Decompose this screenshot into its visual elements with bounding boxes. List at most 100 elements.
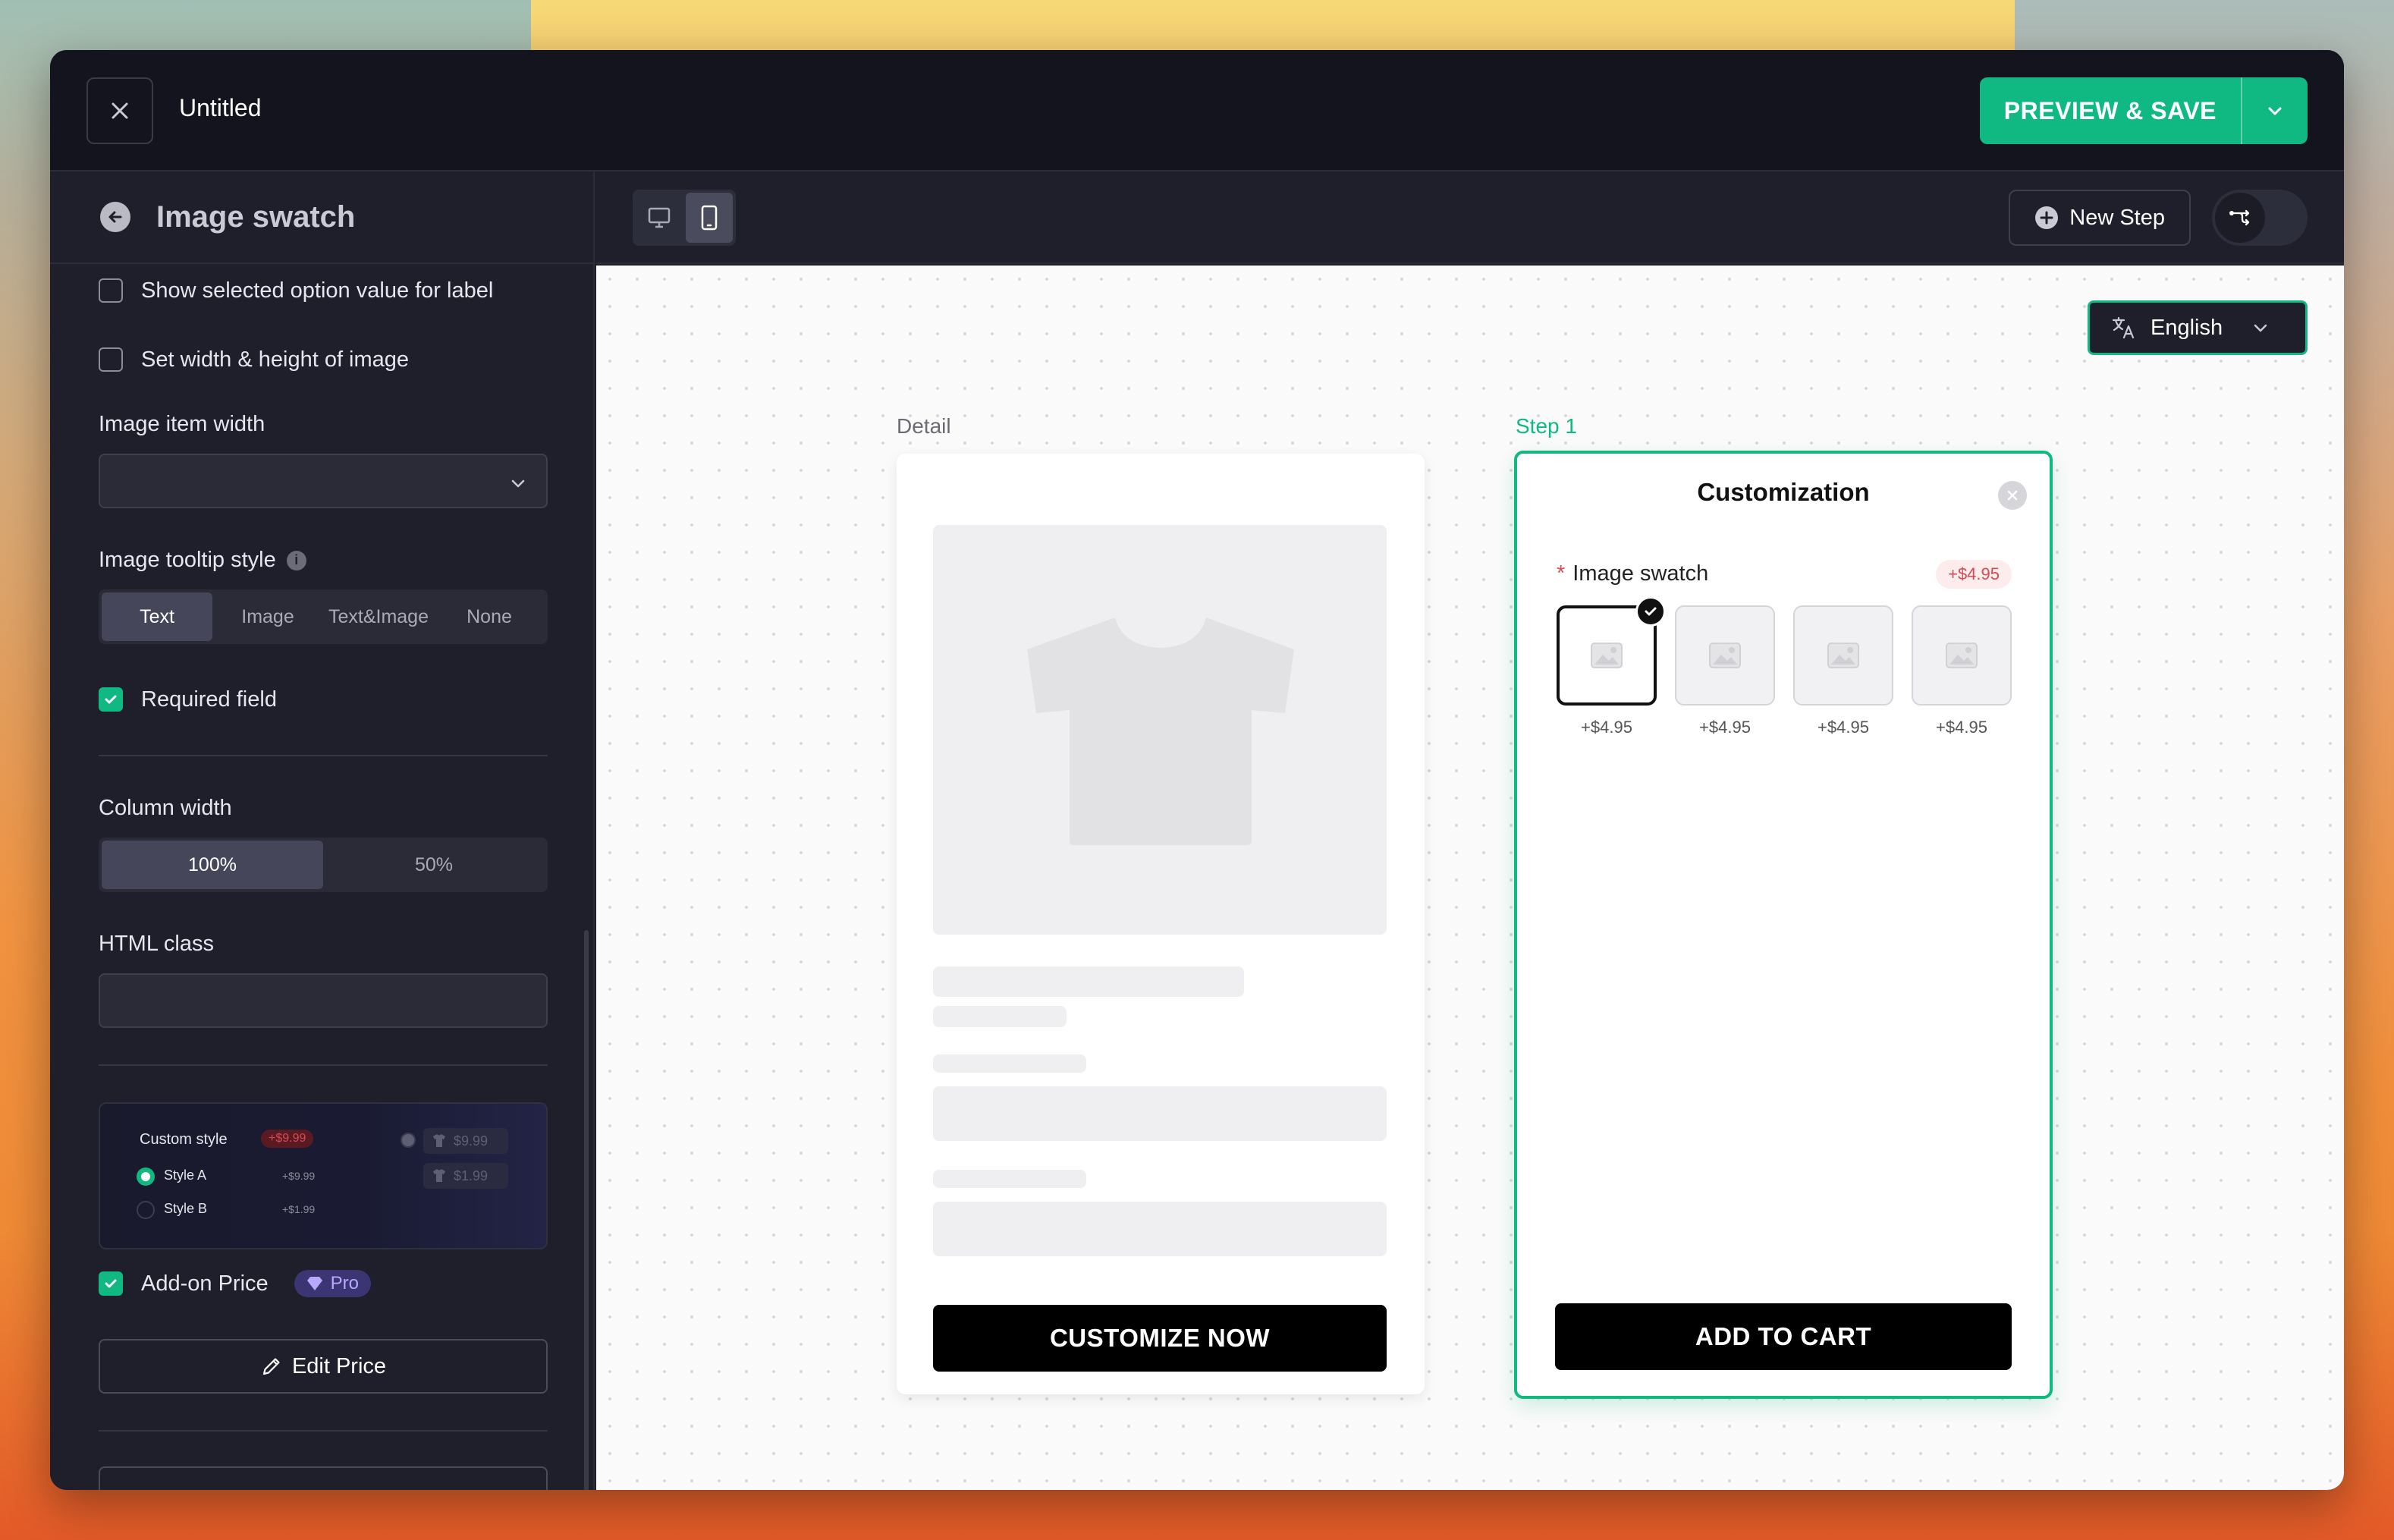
tooltip-style-segmented-control: Text Image Text&Image None	[99, 589, 548, 644]
chevron-down-icon	[2268, 107, 2282, 115]
mobile-icon	[701, 205, 718, 231]
image-placeholder-icon	[1591, 643, 1623, 668]
edit-price-label: Edit Price	[291, 1353, 387, 1378]
preview-save-button[interactable]: PREVIEW & SAVE	[1980, 77, 2241, 144]
title-placeholder	[933, 966, 1244, 997]
checkmark-icon	[105, 1279, 117, 1288]
tooltip-option-image[interactable]: Image	[212, 592, 323, 641]
image-placeholder-icon	[1709, 643, 1741, 668]
detail-column-label: Detail	[897, 414, 951, 438]
promo-style-b-price: +$1.99	[282, 1203, 316, 1215]
image-item-width-label: Image item width	[99, 412, 265, 436]
detail-preview-card: CUSTOMIZE NOW	[897, 454, 1425, 1394]
tooltip-option-none[interactable]: None	[434, 592, 545, 641]
required-field-checkbox[interactable]	[99, 687, 123, 712]
field-label: Image swatch	[1572, 561, 1709, 586]
divider	[99, 1064, 548, 1066]
close-icon	[112, 102, 128, 119]
swatch-price-3: +$4.95	[1817, 718, 1869, 737]
canvas-toolbar: New Step	[596, 171, 2344, 264]
promo-style-b: Style B	[164, 1201, 208, 1216]
option-field-placeholder	[933, 1086, 1387, 1141]
add-to-cart-button[interactable]: ADD TO CART	[1555, 1303, 2012, 1370]
monitor-icon	[648, 207, 671, 228]
price-placeholder	[933, 1006, 1067, 1027]
promo-radio-style-b	[137, 1201, 155, 1219]
back-arrow-icon[interactable]	[100, 202, 130, 232]
translate-icon	[2112, 316, 2135, 339]
close-button[interactable]	[86, 77, 153, 144]
field-price-badge: +$4.95	[1936, 560, 2012, 589]
close-step-button[interactable]	[1998, 481, 2027, 510]
option-field-placeholder	[933, 1202, 1387, 1256]
app-window: Untitled PREVIEW & SAVE Image swatch Sho…	[50, 50, 2344, 1490]
set-width-height-checkbox[interactable]	[99, 347, 123, 372]
show-selected-option-checkbox[interactable]	[99, 278, 123, 303]
plus-circle-icon	[2035, 206, 2059, 229]
selected-check-icon	[1635, 596, 1666, 627]
customize-now-button[interactable]: CUSTOMIZE NOW	[933, 1305, 1387, 1372]
step-column-label: Step 1	[1516, 414, 1577, 438]
swatch-price-2: +$4.95	[1699, 718, 1751, 737]
image-placeholder-icon	[1946, 643, 1978, 668]
flow-branch-icon	[2229, 209, 2250, 226]
flow-view-toggle[interactable]	[2212, 190, 2308, 246]
divider	[99, 755, 548, 756]
language-select[interactable]: English	[2088, 300, 2308, 355]
option-label-placeholder	[933, 1170, 1086, 1188]
image-swatch-field-label: * Image swatch	[1557, 561, 1708, 586]
custom-style-promo-card: Custom style +$9.99 Style A +$9.99 Style…	[99, 1102, 548, 1249]
addon-price-row: Add-on Price Pro	[99, 1266, 548, 1301]
swatch-option-3[interactable]	[1793, 605, 1893, 706]
swatch-option-2[interactable]	[1675, 605, 1775, 706]
image-tooltip-style-label: Image tooltip style	[99, 548, 276, 572]
swatch-option-1[interactable]	[1557, 596, 1666, 706]
product-image-placeholder	[933, 525, 1387, 935]
column-width-label: Column width	[99, 796, 232, 820]
required-field-row: Required field	[99, 682, 548, 717]
preview-canvas: English Detail CUSTOMIZE NOW Step 1 Cust…	[596, 266, 2344, 1490]
new-step-button[interactable]: New Step	[2009, 190, 2191, 246]
show-selected-option-label: Show selected option value for label	[141, 278, 494, 303]
next-field-partial	[99, 1466, 548, 1490]
customization-title: Customization	[1697, 478, 1870, 506]
promo-ghost-radio	[401, 1133, 416, 1148]
required-marker: *	[1557, 561, 1566, 586]
tooltip-option-text-image[interactable]: Text&Image	[323, 592, 434, 641]
html-class-input[interactable]	[99, 973, 548, 1028]
edit-price-button[interactable]: Edit Price	[99, 1339, 548, 1394]
promo-radio-style-a	[137, 1168, 155, 1186]
image-item-width-select[interactable]	[99, 454, 548, 508]
swatch-option-4[interactable]	[1912, 605, 2012, 706]
html-class-label: HTML class	[99, 932, 214, 956]
tshirt-icon	[1027, 618, 1294, 845]
info-icon[interactable]: i	[286, 550, 306, 570]
tooltip-option-text[interactable]: Text	[102, 592, 212, 641]
sidebar-scrollbar[interactable]	[584, 930, 589, 1490]
mobile-view-button[interactable]	[686, 193, 733, 243]
column-option-50[interactable]: 50%	[323, 841, 545, 889]
sidebar-header: Image swatch	[50, 171, 593, 264]
top-bar: Untitled PREVIEW & SAVE	[50, 50, 2344, 171]
set-width-height-row: Set width & height of image	[99, 342, 548, 377]
required-field-label: Required field	[141, 687, 277, 712]
save-options-button[interactable]	[2241, 77, 2308, 144]
promo-title: Custom style	[140, 1131, 228, 1148]
close-icon	[2007, 490, 2018, 501]
addon-price-checkbox[interactable]	[99, 1271, 123, 1296]
addon-price-label: Add-on Price	[141, 1271, 269, 1296]
desktop-view-button[interactable]	[636, 193, 683, 243]
diamond-icon	[306, 1277, 322, 1290]
step-preview-card: Customization * Image swatch +$4.95 +$4.…	[1514, 451, 2053, 1399]
document-title: Untitled	[179, 94, 262, 121]
promo-style-a-price: +$9.99	[282, 1170, 316, 1182]
option-label-placeholder	[933, 1054, 1086, 1073]
column-option-100[interactable]: 100%	[102, 841, 323, 889]
chevron-down-icon	[2254, 324, 2267, 332]
settings-sidebar: Image swatch Show selected option value …	[50, 171, 595, 1490]
promo-price-badge: +$9.99	[261, 1130, 314, 1148]
sidebar-title: Image swatch	[156, 200, 356, 234]
shirt-icon	[433, 1169, 445, 1182]
checkmark-icon	[105, 695, 117, 704]
shirt-icon	[433, 1134, 445, 1147]
